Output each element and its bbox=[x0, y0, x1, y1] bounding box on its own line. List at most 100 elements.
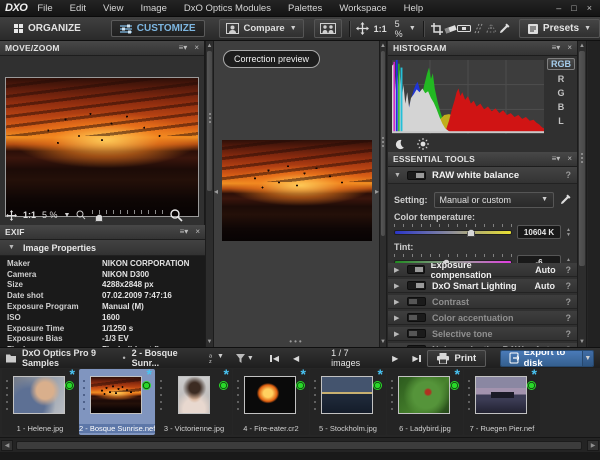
pan-tool-button[interactable] bbox=[356, 19, 369, 38]
maximize-button[interactable]: □ bbox=[571, 4, 576, 13]
zoom-slider[interactable] bbox=[92, 210, 164, 220]
expand-triangle-icon[interactable]: ▶ bbox=[394, 298, 401, 306]
temperature-stepper[interactable]: ▲▼ bbox=[566, 228, 571, 237]
movezoom-zoom-caret[interactable]: ▼ bbox=[64, 212, 71, 219]
thumbnail-fire-eater[interactable]: * 4 - Fire-eater.cr2 bbox=[233, 369, 309, 435]
compare-dropdown-caret[interactable]: ▼ bbox=[290, 25, 297, 32]
section-toggle[interactable] bbox=[407, 297, 426, 306]
movezoom-1to1-button[interactable]: 1:1 bbox=[23, 210, 36, 220]
section-dxo-smart-lighting[interactable]: ▶ DxO Smart Lighting Auto ? bbox=[388, 279, 577, 293]
channel-l-button[interactable]: L bbox=[555, 116, 567, 126]
zoom-level-value[interactable]: 5 % bbox=[395, 19, 405, 39]
section-toggle[interactable] bbox=[407, 313, 426, 322]
first-image-button[interactable]: ◀ bbox=[270, 354, 279, 363]
menu-dxo-optics-modules[interactable]: DxO Optics Modules bbox=[184, 3, 271, 14]
presets-dropdown-caret[interactable]: ▼ bbox=[584, 25, 591, 32]
prev-image-arrow[interactable]: ◂ bbox=[214, 187, 218, 196]
thumbnail-helene[interactable]: * 1 - Helene.jpg bbox=[2, 369, 78, 435]
scroll-up-arrow[interactable]: ▲ bbox=[578, 42, 586, 50]
scroll-up-arrow[interactable]: ▲ bbox=[206, 42, 213, 50]
section-contrast[interactable]: ▶ Contrast ? bbox=[388, 295, 577, 309]
menu-help[interactable]: Help bbox=[404, 3, 424, 14]
section-color-accentuation[interactable]: ▶ Color accentuation ? bbox=[388, 311, 577, 325]
rating-dots[interactable] bbox=[314, 380, 316, 382]
help-icon[interactable]: ? bbox=[561, 329, 571, 339]
menu-palettes[interactable]: Palettes bbox=[288, 3, 322, 14]
rating-dots[interactable] bbox=[237, 380, 239, 382]
export-to-disk-button[interactable]: Export to disk ▼ bbox=[500, 350, 594, 367]
compare-button[interactable]: Compare ▼ bbox=[219, 19, 304, 38]
scroll-up-arrow[interactable]: ▲ bbox=[380, 42, 386, 50]
expand-triangle-icon[interactable]: ▶ bbox=[394, 282, 401, 290]
movezoom-menu-icon[interactable]: ≡▾ bbox=[179, 44, 188, 52]
channel-g-button[interactable]: G bbox=[554, 88, 567, 98]
filter-button[interactable]: ▼ bbox=[236, 354, 254, 363]
exif-close-icon[interactable]: × bbox=[195, 228, 200, 236]
channel-b-button[interactable]: B bbox=[555, 102, 568, 112]
wb-setting-dropdown[interactable]: Manual or custom ▼ bbox=[434, 192, 555, 208]
rating-dots[interactable] bbox=[468, 380, 470, 382]
right-scrollbar[interactable]: ▲ ▼ bbox=[577, 41, 587, 347]
histogram-menu-icon[interactable]: ≡▾ bbox=[552, 44, 561, 52]
essential-tools-close-icon[interactable]: × bbox=[567, 155, 572, 163]
move-crosshair-icon[interactable] bbox=[6, 210, 17, 221]
scroll-down-arrow[interactable]: ▼ bbox=[578, 338, 586, 346]
menu-edit[interactable]: Edit bbox=[70, 3, 86, 14]
movezoom-zoom-value[interactable]: 5 % bbox=[42, 210, 58, 220]
movezoom-close-icon[interactable]: × bbox=[194, 44, 199, 52]
organize-tab[interactable]: ORGANIZE bbox=[6, 21, 89, 36]
image-properties-section[interactable]: ▼ Image Properties bbox=[0, 240, 205, 256]
rating-dots[interactable] bbox=[83, 380, 85, 382]
scrollbar-thumb[interactable] bbox=[579, 51, 585, 266]
thumbnail-ruegen-pier[interactable]: * 7 - Ruegen Pier.nef bbox=[464, 369, 540, 435]
thumbnail-bosque-sunrise-selected[interactable]: * 2 - Bosque Sunrise.nef bbox=[79, 369, 155, 435]
white-balance-picker-button[interactable] bbox=[498, 19, 511, 38]
temperature-value-field[interactable]: 10604 K bbox=[517, 225, 561, 239]
rating-dots[interactable] bbox=[391, 380, 393, 382]
forced-parallels-tool-button[interactable] bbox=[471, 19, 484, 38]
menu-workspace[interactable]: Workspace bbox=[339, 3, 386, 14]
zoom-slider-handle[interactable] bbox=[95, 214, 103, 222]
expand-triangle-icon[interactable]: ▶ bbox=[394, 266, 401, 274]
next-image-arrow[interactable]: ▸ bbox=[375, 187, 379, 196]
help-icon[interactable]: ? bbox=[562, 265, 571, 275]
menu-image[interactable]: Image bbox=[140, 3, 166, 14]
raw-wb-toggle[interactable] bbox=[407, 171, 426, 180]
minimize-button[interactable]: – bbox=[556, 4, 561, 13]
expand-triangle-icon[interactable]: ▶ bbox=[394, 314, 401, 322]
last-image-button[interactable]: ▶ bbox=[412, 354, 421, 363]
highlight-clipping-sun-icon[interactable] bbox=[417, 138, 429, 150]
color-temperature-slider[interactable] bbox=[394, 224, 512, 240]
zoom-1to1-button[interactable]: 1:1 bbox=[374, 24, 387, 34]
scroll-right-arrow[interactable]: ▶ bbox=[587, 440, 599, 451]
thumbnail-image[interactable] bbox=[398, 376, 450, 414]
sort-button[interactable]: a z ▼ bbox=[209, 353, 224, 363]
close-button[interactable]: × bbox=[587, 4, 592, 13]
folder-name[interactable]: DxO Optics Pro 9 Samples bbox=[22, 348, 117, 368]
section-selective-tone[interactable]: ▶ Selective tone ? bbox=[388, 327, 577, 341]
crop-tool-button[interactable] bbox=[431, 19, 444, 38]
help-icon[interactable]: ? bbox=[561, 281, 571, 291]
help-icon[interactable]: ? bbox=[566, 170, 572, 180]
thumbnail-image[interactable] bbox=[178, 376, 210, 414]
next-image-button[interactable]: ▶ bbox=[392, 354, 398, 363]
center-scrollbar[interactable]: ▲ ▼ bbox=[379, 41, 387, 347]
horizon-tool-button[interactable] bbox=[457, 19, 471, 38]
side-by-side-view-button[interactable] bbox=[314, 19, 342, 38]
filmstrip-scrollbar[interactable]: ◀ ▶ bbox=[0, 437, 600, 452]
scroll-down-arrow[interactable]: ▼ bbox=[380, 338, 386, 346]
wb-eyedropper-icon[interactable] bbox=[560, 194, 571, 205]
scrollbar-thumb[interactable] bbox=[381, 51, 385, 236]
menu-view[interactable]: View bbox=[103, 3, 123, 14]
presets-button[interactable]: Presets ▼ bbox=[519, 19, 600, 38]
thumbnail-victorienne[interactable]: * 3 - Victorienne.jpg bbox=[156, 369, 232, 435]
histogram-close-icon[interactable]: × bbox=[567, 44, 572, 52]
dust-removal-tool-button[interactable] bbox=[444, 19, 457, 38]
scroll-down-arrow[interactable]: ▼ bbox=[206, 338, 213, 346]
raw-white-balance-section[interactable]: ▼ RAW white balance ? bbox=[388, 167, 577, 184]
channel-r-button[interactable]: R bbox=[555, 74, 568, 84]
rating-dots[interactable] bbox=[6, 380, 8, 382]
rectangle-tool-button[interactable] bbox=[484, 19, 497, 38]
movezoom-preview-image[interactable] bbox=[5, 77, 199, 217]
export-main[interactable]: Export to disk bbox=[501, 351, 581, 366]
